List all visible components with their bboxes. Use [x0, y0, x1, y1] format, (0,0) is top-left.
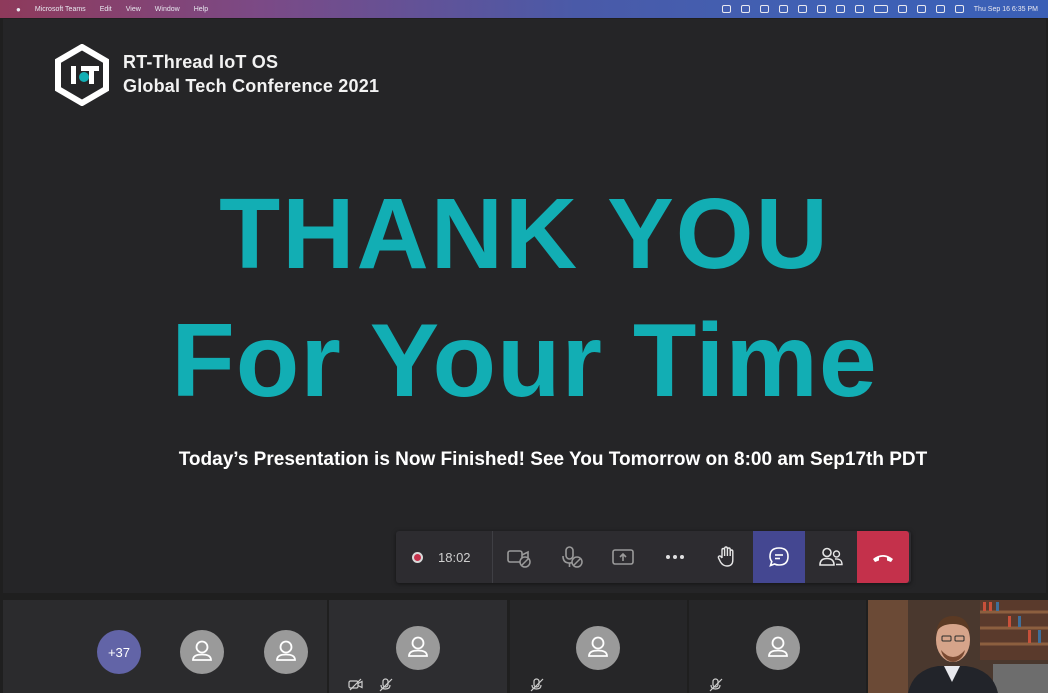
status-icon-2[interactable]	[740, 5, 750, 13]
mic-toggle-button[interactable]	[545, 531, 597, 583]
camera-off-small-icon	[348, 678, 363, 691]
presentation-finished-notice: Today’s Presentation is Now Finished! Se…	[178, 449, 928, 470]
person-icon	[192, 640, 212, 661]
recording-indicator: 18:02	[396, 531, 493, 583]
menu-window[interactable]: Window	[155, 6, 180, 13]
more-dot	[673, 555, 677, 559]
menu-edit[interactable]: Edit	[100, 6, 112, 13]
menu-help[interactable]: Help	[194, 6, 208, 13]
camera-off-icon	[507, 550, 531, 568]
wifi-icon[interactable]	[897, 5, 907, 13]
participant-avatar	[576, 626, 620, 670]
participants-button[interactable]	[805, 531, 857, 583]
chat-button[interactable]	[753, 531, 805, 583]
chat-icon	[769, 547, 789, 567]
search-icon[interactable]	[935, 5, 945, 13]
more-dot	[666, 555, 670, 559]
menu-view[interactable]: View	[126, 6, 141, 13]
raise-hand-button[interactable]	[701, 531, 753, 583]
brand-title: RT-Thread IoT OS	[123, 52, 279, 72]
participant-avatar[interactable]	[264, 630, 308, 674]
battery-icon[interactable]	[873, 5, 888, 13]
share-screen-icon	[612, 549, 634, 565]
participant-tile[interactable]	[510, 600, 687, 693]
camera-toggle-button[interactable]	[493, 531, 545, 583]
participant-group-tile[interactable]: +37	[3, 600, 327, 693]
mic-off-icon	[562, 546, 583, 568]
participant-avatar	[756, 626, 800, 670]
participant-avatar[interactable]	[180, 630, 224, 674]
status-icon-4[interactable]	[778, 5, 788, 13]
call-toolbar: 18:02	[396, 531, 911, 583]
status-icon-3[interactable]	[759, 5, 769, 13]
status-icon-6[interactable]	[816, 5, 826, 13]
headline-thank-you: THANK YOU	[219, 178, 830, 290]
presenter-video-tile[interactable]	[868, 600, 1048, 693]
shared-slide: RT-Thread IoT OS Global Tech Conference …	[3, 19, 1046, 593]
person-icon	[276, 640, 296, 661]
control-center-icon[interactable]	[954, 5, 964, 13]
participant-tile[interactable]	[329, 600, 507, 693]
share-screen-button[interactable]	[597, 531, 649, 583]
call-timer: 18:02	[438, 549, 471, 565]
person-icon	[408, 636, 428, 657]
menu-clock[interactable]: Thu Sep 16 6:35 PM	[974, 6, 1038, 13]
person-icon	[588, 636, 608, 657]
status-icon-7[interactable]	[835, 5, 845, 13]
bluetooth-icon[interactable]	[854, 5, 864, 13]
overflow-participants-badge[interactable]: +37	[97, 630, 141, 674]
mic-off-small-icon	[709, 678, 723, 692]
headline-for-your-time: For Your Time	[171, 303, 878, 419]
raise-hand-icon	[717, 546, 734, 567]
more-dot	[680, 555, 684, 559]
participant-avatar	[396, 626, 440, 670]
hang-up-icon	[873, 555, 893, 562]
recording-dot-icon	[412, 551, 423, 563]
iot-logo-icon	[55, 44, 109, 106]
apple-icon[interactable]: ●	[16, 5, 21, 14]
mic-off-small-icon	[379, 678, 393, 692]
participant-tile[interactable]	[689, 600, 866, 693]
menu-app-name[interactable]: Microsoft Teams	[35, 6, 86, 13]
person-icon	[768, 636, 788, 657]
status-icon-5[interactable]	[797, 5, 807, 13]
more-actions-button[interactable]	[649, 531, 701, 583]
user-icon[interactable]	[916, 5, 926, 13]
participants-icon	[819, 547, 843, 566]
participants-strip: +37	[0, 596, 1048, 693]
hang-up-button[interactable]	[857, 531, 909, 583]
presenter-video-feed	[868, 600, 1048, 693]
mic-off-small-icon	[530, 678, 544, 692]
status-icon-1[interactable]	[721, 5, 731, 13]
brand-subtitle: Global Tech Conference 2021	[123, 76, 380, 96]
macos-menu-bar: ● Microsoft Teams Edit View Window Help …	[0, 0, 1048, 18]
